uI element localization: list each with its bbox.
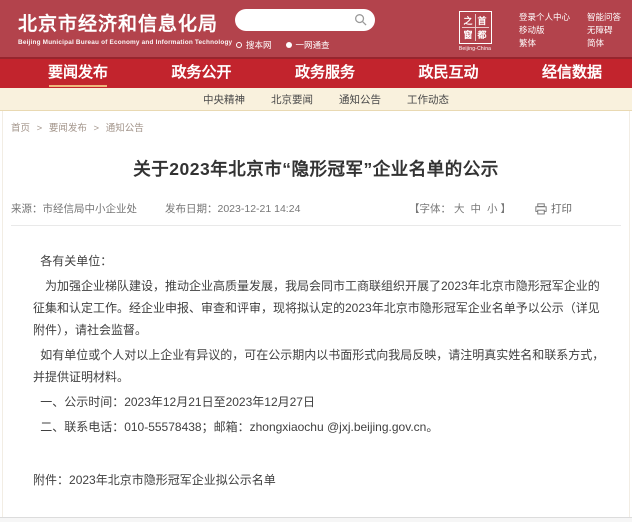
scope-option-citywide[interactable]: 一网通查 xyxy=(285,39,330,51)
print-button[interactable]: 打印 xyxy=(535,201,572,216)
link-accessibility[interactable]: 无障碍 xyxy=(587,26,621,35)
print-label: 打印 xyxy=(551,203,572,215)
font-size-prefix: 【字体： xyxy=(409,203,451,215)
badge-char: 之 xyxy=(461,14,475,27)
link-simplified-chinese[interactable]: 简体 xyxy=(587,39,621,48)
main-nav: 要闻发布 政务公开 政务服务 政民互动 经信数据 xyxy=(0,57,632,88)
site-logo[interactable]: 北京市经济和信息化局 Beijing Municipal Bureau of E… xyxy=(18,9,232,46)
radio-unselected-icon xyxy=(236,42,242,48)
attachment-line: 附件：2023年北京市隐形冠军企业拟公示名单 xyxy=(3,441,629,488)
breadcrumb-news[interactable]: 要闻发布 xyxy=(49,123,87,134)
content-area: 首页 > 要闻发布 > 通知公告 关于2023年北京市“隐形冠军”企业名单的公示… xyxy=(2,111,630,517)
nav-item-news[interactable]: 要闻发布 xyxy=(48,59,108,88)
scope-option-site[interactable]: 搜本网 xyxy=(236,39,272,51)
nav-item-data[interactable]: 经信数据 xyxy=(542,59,602,88)
source-label: 来源： xyxy=(11,203,43,215)
printer-icon xyxy=(535,202,547,214)
link-login-personal-center[interactable]: 登录个人中心 xyxy=(519,13,570,22)
font-size-suffix: 】 xyxy=(500,203,512,215)
font-size-large-button[interactable]: 大 xyxy=(454,203,465,215)
page-footer-edge xyxy=(0,517,632,522)
badge-char: 窗 xyxy=(461,28,475,41)
header-quick-links: 登录个人中心 移动版 繁体 智能问答 无障碍 简体 xyxy=(519,13,621,48)
search-icon[interactable] xyxy=(354,13,367,26)
breadcrumb-separator: > xyxy=(36,123,43,134)
nav-item-gov-services[interactable]: 政务服务 xyxy=(295,59,355,88)
attachment-link[interactable]: 2023年北京市隐形冠军企业拟公示名单 xyxy=(69,473,276,487)
attachment-label: 附件： xyxy=(33,473,70,487)
link-mobile-version[interactable]: 移动版 xyxy=(519,26,570,35)
date-value: 2023-12-21 14:24 xyxy=(217,203,301,215)
article-title: 关于2023年北京市“隐形冠军”企业名单的公示 xyxy=(133,159,499,179)
paragraph-contact: 二、联系电话：010-55578438；邮箱：zhongxiaochu @jxj… xyxy=(40,420,439,434)
article-body: 各有关单位： 为加强企业梯队建设，推动企业高质量发展，我局会同市工商联组织开展了… xyxy=(3,226,629,438)
search-scope-options: 搜本网 一网通查 xyxy=(236,39,330,51)
breadcrumb-home[interactable]: 首页 xyxy=(11,123,30,134)
sub-nav: 中央精神 北京要闻 通知公告 工作动态 xyxy=(0,88,632,111)
badge-caption: Beijing-China xyxy=(458,46,492,52)
nav-item-interaction[interactable]: 政民互动 xyxy=(418,59,478,88)
breadcrumb: 首页 > 要闻发布 > 通知公告 xyxy=(3,111,629,134)
article-source: 来源：市经信局中小企业处 xyxy=(11,201,137,216)
breadcrumb-separator: > xyxy=(93,123,100,134)
subnav-item-work-updates[interactable]: 工作动态 xyxy=(407,92,449,107)
link-traditional-chinese[interactable]: 繁体 xyxy=(519,39,570,48)
subnav-item-beijing-news[interactable]: 北京要闻 xyxy=(271,92,313,107)
font-size-small-button[interactable]: 小 xyxy=(487,203,498,215)
link-smart-qa[interactable]: 智能问答 xyxy=(587,13,621,22)
site-subtitle: Beijing Municipal Bureau of Economy and … xyxy=(18,39,233,46)
breadcrumb-notices[interactable]: 通知公告 xyxy=(106,123,144,134)
search-input[interactable] xyxy=(245,9,353,31)
scope-option-label: 搜本网 xyxy=(246,40,272,50)
site-header: 北京市经济和信息化局 Beijing Municipal Bureau of E… xyxy=(0,0,632,57)
paragraph-salutation: 各有关单位： xyxy=(40,254,113,268)
paragraph-publicity-period: 一、公示时间：2023年12月21日至2023年12月27日 xyxy=(40,395,315,409)
scope-option-label: 一网通查 xyxy=(295,40,330,50)
badge-char: 首 xyxy=(475,14,489,27)
article-meta: 来源：市经信局中小企业处 发布日期：2023-12-21 14:24 【字体：大… xyxy=(3,201,629,225)
subnav-item-notices[interactable]: 通知公告 xyxy=(339,92,381,107)
font-size-medium-button[interactable]: 中 xyxy=(471,203,482,215)
badge-char: 都 xyxy=(475,28,489,41)
date-label: 发布日期： xyxy=(165,203,218,215)
article-date: 发布日期：2023-12-21 14:24 xyxy=(165,201,300,216)
search-box xyxy=(235,9,375,31)
nav-item-gov-affairs[interactable]: 政务公开 xyxy=(171,59,231,88)
capital-window-logo[interactable]: 之 首 窗 都 Beijing-China xyxy=(457,11,493,52)
site-title: 北京市经济和信息化局 xyxy=(18,14,219,35)
subnav-item-central-spirit[interactable]: 中央精神 xyxy=(203,92,245,107)
radio-selected-icon xyxy=(285,42,292,48)
paragraph-intro: 为加强企业梯队建设，推动企业高质量发展，我局会同市工商联组织开展了2023年北京… xyxy=(33,279,600,337)
font-size-selector: 【字体：大中小】 xyxy=(409,201,511,216)
capital-window-seal: 之 首 窗 都 xyxy=(458,11,492,44)
paragraph-objection: 如有单位或个人对以上企业有异议的，可在公示期内以书面形式向我局反映，请注明真实姓… xyxy=(33,348,605,384)
source-value: 市经信局中小企业处 xyxy=(42,203,138,215)
